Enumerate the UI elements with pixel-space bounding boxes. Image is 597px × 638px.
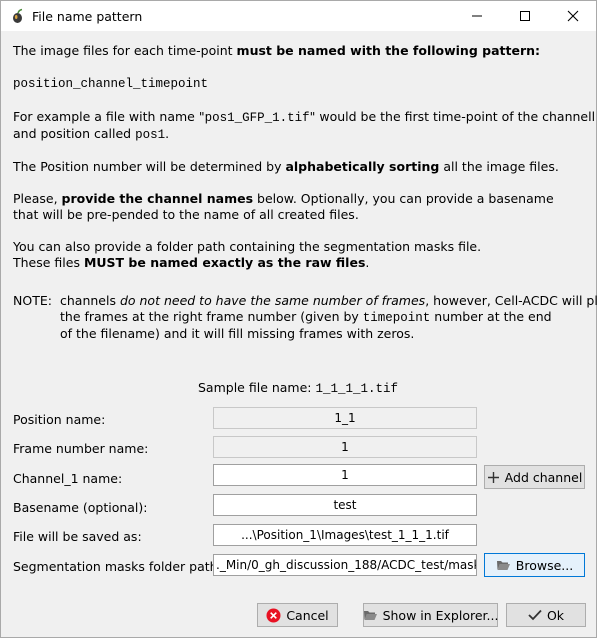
plus-icon — [487, 471, 500, 484]
channel-names-line-1: Please, provide the channel names below.… — [13, 191, 554, 206]
checkmark-icon — [528, 609, 542, 621]
note-line-1: channels do not need to have the same nu… — [60, 293, 597, 308]
position-sorting-note: The Position number will be determined b… — [13, 159, 559, 174]
file-name-pattern-dialog: File name pattern The image files for ea… — [0, 0, 597, 638]
folder-open-icon — [496, 559, 511, 571]
sample-file-name: Sample file name: 1_1_1_1.tif — [198, 380, 399, 396]
note-label: NOTE: — [13, 293, 52, 308]
basename-label: Basename (optional): — [13, 500, 148, 515]
seg-folder-label: Segmentation masks folder path: — [13, 559, 222, 574]
ok-button[interactable]: Ok — [506, 603, 586, 627]
note-line-2: the frames at the right frame number (gi… — [60, 309, 552, 325]
example-line-2: and position called pos1. — [13, 126, 170, 142]
title-bar[interactable]: File name pattern — [1, 1, 596, 31]
cancel-icon — [266, 608, 281, 623]
close-icon[interactable] — [550, 1, 596, 31]
minimize-icon[interactable] — [454, 1, 500, 31]
saved-as-field[interactable]: ...\Position_1\Images\test_1_1_1.tif — [213, 524, 477, 546]
saved-as-label: File will be saved as: — [13, 529, 142, 544]
maximize-icon[interactable] — [502, 1, 548, 31]
cancel-button[interactable]: Cancel — [257, 603, 338, 627]
folder-open-icon — [363, 609, 378, 621]
seg-masks-line-2: These files MUST be named exactly as the… — [13, 255, 370, 270]
channel-names-line-2: that will be pre-pended to the name of a… — [13, 207, 359, 222]
example-line-1: For example a file with name "pos1_GFP_1… — [13, 109, 597, 125]
seg-masks-line-1: You can also provide a folder path conta… — [13, 239, 482, 254]
bell-pepper-icon — [10, 8, 26, 24]
note-line-3: of the filename) and it will fill missin… — [60, 326, 415, 341]
channel-1-label: Channel_1 name: — [13, 471, 123, 486]
instruction-pattern-heading: The image files for each time-point must… — [13, 43, 541, 58]
seg-folder-input[interactable]: ._Min/0_gh_discussion_188/ACDC_test/mask — [213, 554, 477, 576]
add-channel-button[interactable]: Add channel — [484, 465, 585, 489]
pattern-text: position_channel_timepoint — [13, 77, 209, 91]
window-title: File name pattern — [32, 9, 143, 24]
frame-number-label: Frame number name: — [13, 441, 149, 456]
browse-button[interactable]: Browse... — [484, 553, 585, 577]
frame-number-field: 1 — [213, 436, 477, 458]
basename-input[interactable]: test — [213, 494, 477, 516]
position-name-field: 1_1 — [213, 407, 477, 429]
position-name-label: Position name: — [13, 412, 106, 427]
show-in-explorer-button[interactable]: Show in Explorer... — [363, 603, 498, 627]
channel-1-input[interactable]: 1 — [213, 464, 477, 486]
